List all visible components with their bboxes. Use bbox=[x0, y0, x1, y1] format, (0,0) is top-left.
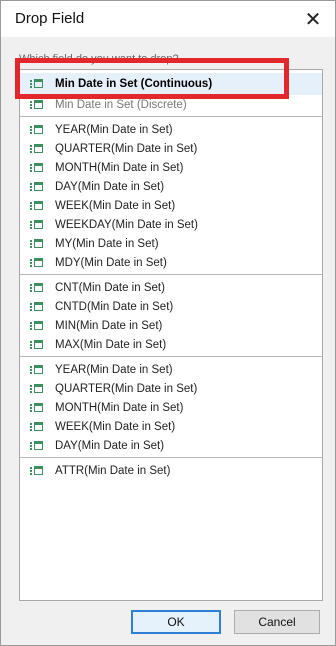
field-options-list: Min Date in Set (Continuous) Min Date in … bbox=[19, 69, 323, 601]
field-option-label: DAY(Min Date in Set) bbox=[55, 439, 165, 452]
dialog-title: Drop Field bbox=[15, 10, 85, 27]
field-option-label: MIN(Min Date in Set) bbox=[55, 319, 163, 332]
group-separator bbox=[20, 356, 322, 357]
group-separator bbox=[20, 274, 322, 275]
field-option[interactable]: YEAR(Min Date in Set) bbox=[20, 360, 322, 379]
ok-button[interactable]: OK bbox=[131, 610, 221, 634]
field-option-label: YEAR(Min Date in Set) bbox=[55, 363, 173, 376]
drop-field-dialog: Drop Field ✕ Which field do you want to … bbox=[0, 0, 336, 646]
field-option-label: Min Date in Set (Discrete) bbox=[55, 98, 187, 111]
field-option-label: YEAR(Min Date in Set) bbox=[55, 123, 173, 136]
date-field-icon bbox=[30, 301, 44, 313]
date-field-icon bbox=[30, 162, 44, 174]
field-option[interactable]: MDY(Min Date in Set) bbox=[20, 253, 322, 272]
field-option[interactable]: QUARTER(Min Date in Set) bbox=[20, 379, 322, 398]
field-option-label: MDY(Min Date in Set) bbox=[55, 256, 167, 269]
field-option-label: MY(Min Date in Set) bbox=[55, 237, 159, 250]
group-separator bbox=[20, 116, 322, 117]
date-field-icon bbox=[30, 383, 44, 395]
field-option[interactable]: MAX(Min Date in Set) bbox=[20, 335, 322, 354]
date-field-icon bbox=[30, 78, 44, 90]
field-option-label: CNT(Min Date in Set) bbox=[55, 281, 165, 294]
date-field-icon bbox=[30, 402, 44, 414]
field-option[interactable]: DAY(Min Date in Set) bbox=[20, 177, 322, 196]
field-option[interactable]: MONTH(Min Date in Set) bbox=[20, 398, 322, 417]
field-option[interactable]: MIN(Min Date in Set) bbox=[20, 316, 322, 335]
date-field-icon bbox=[30, 200, 44, 212]
field-option-label: QUARTER(Min Date in Set) bbox=[55, 142, 198, 155]
field-option-label: MAX(Min Date in Set) bbox=[55, 338, 167, 351]
field-option[interactable]: CNTD(Min Date in Set) bbox=[20, 297, 322, 316]
field-option[interactable]: MONTH(Min Date in Set) bbox=[20, 158, 322, 177]
field-option-label: WEEKDAY(Min Date in Set) bbox=[55, 218, 198, 231]
date-field-icon bbox=[30, 219, 44, 231]
date-field-icon bbox=[30, 124, 44, 136]
prompt-text: Which field do you want to drop? bbox=[19, 53, 179, 65]
field-option-label: DAY(Min Date in Set) bbox=[55, 180, 165, 193]
field-option-label: QUARTER(Min Date in Set) bbox=[55, 382, 198, 395]
field-option-label: MONTH(Min Date in Set) bbox=[55, 161, 184, 174]
field-option-label: WEEK(Min Date in Set) bbox=[55, 199, 176, 212]
field-option-label: Min Date in Set (Continuous) bbox=[55, 78, 213, 90]
date-field-icon bbox=[30, 465, 44, 477]
field-option[interactable]: DAY(Min Date in Set) bbox=[20, 436, 322, 455]
field-option[interactable]: YEAR(Min Date in Set) bbox=[20, 120, 322, 139]
field-option-label: ATTR(Min Date in Set) bbox=[55, 464, 171, 477]
field-option[interactable]: MY(Min Date in Set) bbox=[20, 234, 322, 253]
field-option[interactable]: WEEK(Min Date in Set) bbox=[20, 196, 322, 215]
close-icon[interactable]: ✕ bbox=[299, 5, 327, 33]
date-field-icon bbox=[30, 440, 44, 452]
field-option[interactable]: CNT(Min Date in Set) bbox=[20, 278, 322, 297]
field-option[interactable]: WEEKDAY(Min Date in Set) bbox=[20, 215, 322, 234]
date-field-icon bbox=[30, 421, 44, 433]
group-separator bbox=[20, 457, 322, 458]
field-option[interactable]: Min Date in Set (Discrete) bbox=[20, 95, 322, 114]
field-option-label: WEEK(Min Date in Set) bbox=[55, 420, 176, 433]
field-option-label: CNTD(Min Date in Set) bbox=[55, 300, 174, 313]
date-field-icon bbox=[30, 181, 44, 193]
field-option[interactable]: ATTR(Min Date in Set) bbox=[20, 461, 322, 480]
date-field-icon bbox=[30, 143, 44, 155]
date-field-icon bbox=[30, 238, 44, 250]
date-field-icon bbox=[30, 282, 44, 294]
date-field-icon bbox=[30, 364, 44, 376]
date-field-icon bbox=[30, 99, 44, 111]
date-field-icon bbox=[30, 257, 44, 269]
field-option[interactable]: WEEK(Min Date in Set) bbox=[20, 417, 322, 436]
title-bar: Drop Field ✕ bbox=[1, 1, 335, 37]
field-option-label: MONTH(Min Date in Set) bbox=[55, 401, 184, 414]
field-option[interactable]: QUARTER(Min Date in Set) bbox=[20, 139, 322, 158]
date-field-icon bbox=[30, 339, 44, 351]
field-option[interactable]: Min Date in Set (Continuous) bbox=[20, 73, 322, 95]
cancel-button[interactable]: Cancel bbox=[234, 610, 320, 634]
date-field-icon bbox=[30, 320, 44, 332]
